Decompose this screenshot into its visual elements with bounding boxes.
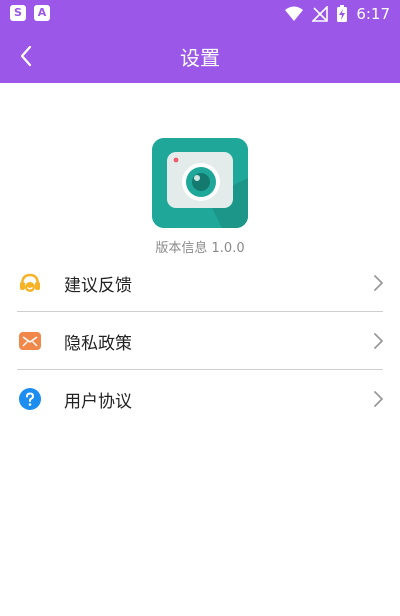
menu-item-label: 建议反馈 [64, 276, 132, 296]
status-notifications: S A [10, 5, 50, 21]
settings-menu: 建议反馈 隐私政策 用户协议 [0, 254, 400, 428]
camera-app-logo [152, 138, 248, 228]
menu-item-user-agreement[interactable]: 用户协议 [0, 370, 400, 428]
notification-badge-s: S [10, 5, 26, 21]
chevron-right-icon [374, 275, 383, 291]
menu-item-label: 隐私政策 [64, 334, 132, 354]
menu-item-feedback[interactable]: 建议反馈 [0, 254, 400, 312]
wifi-icon [285, 6, 304, 21]
app-bar: 设置 [0, 28, 400, 83]
clock: 6:17 [356, 5, 390, 23]
page-title: 设置 [180, 46, 220, 70]
battery-charging-icon [337, 5, 348, 22]
chevron-right-icon [374, 333, 383, 349]
settings-screen: S A 6:17 设置 版本信息 1.0.0 建议反馈 隐私政策 用户协议 [0, 0, 400, 616]
no-signal-icon [312, 6, 329, 22]
menu-item-privacy-policy[interactable]: 隐私政策 [0, 312, 400, 370]
notification-badge-a: A [34, 5, 50, 21]
app-logo [152, 138, 248, 228]
status-indicators: 6:17 [284, 4, 390, 24]
mail-icon [19, 332, 41, 350]
status-bar: S A 6:17 [0, 0, 400, 28]
chevron-right-icon [374, 391, 383, 407]
help-icon [19, 388, 41, 410]
headset-icon [20, 273, 40, 292]
menu-item-label: 用户协议 [64, 392, 132, 412]
